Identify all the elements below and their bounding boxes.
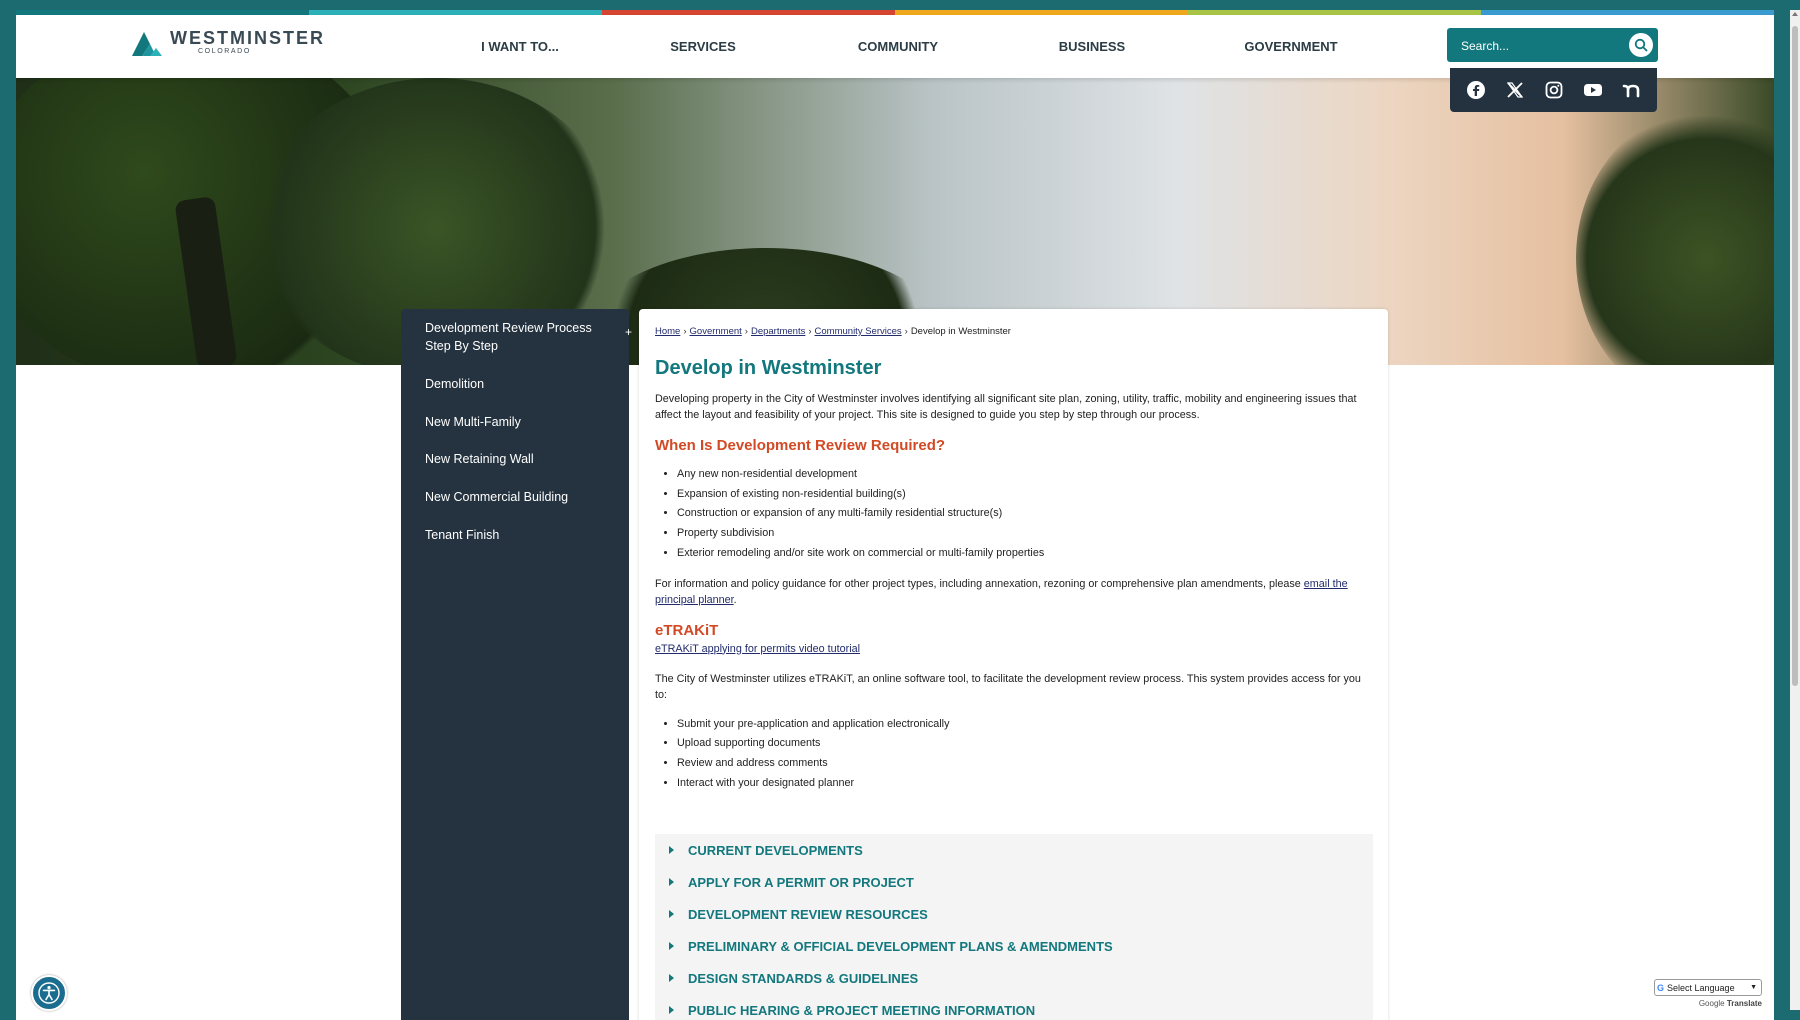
google-translate: G Select Language ▼ Google Translate <box>1654 979 1764 1008</box>
etrakit-heading: eTRAKiT <box>655 621 719 639</box>
browser-frame: WESTMINSTER COLORADO I WANT TO... SERVIC… <box>16 10 1774 1020</box>
list-item: Any new non-residential development <box>677 465 1373 485</box>
search-box <box>1447 28 1658 62</box>
caret-right-icon <box>669 974 674 982</box>
list-item: Upload supporting documents <box>677 734 1373 754</box>
page-title: Develop in Westminster <box>655 357 882 379</box>
sidenav-item-new-retaining-wall[interactable]: New Retaining Wall <box>401 450 558 468</box>
westminster-logo-icon <box>132 31 162 56</box>
powered-by-google: Google Translate <box>1654 999 1764 1008</box>
accordion-label: PUBLIC HEARING & PROJECT MEETING INFORMA… <box>688 1002 1036 1018</box>
google-g-icon: G <box>1657 982 1665 993</box>
breadcrumb-separator: › <box>744 326 748 337</box>
nav-community[interactable]: COMMUNITY <box>802 15 994 78</box>
etrakit-list: Submit your pre-application and applicat… <box>655 715 1373 794</box>
breadcrumb-government[interactable]: Government <box>690 326 742 337</box>
sidenav-item-demolition[interactable]: Demolition <box>401 375 508 393</box>
breadcrumb-home[interactable]: Home <box>655 326 680 337</box>
accordion-public-hearing[interactable]: PUBLIC HEARING & PROJECT MEETING INFORMA… <box>655 994 1373 1020</box>
accordion-design-standards[interactable]: DESIGN STANDARDS & GUIDELINES <box>655 962 1373 994</box>
policy-end: . <box>733 593 737 606</box>
breadcrumb-separator: › <box>683 326 687 337</box>
caret-right-icon <box>669 1006 674 1014</box>
accordion-label: CURRENT DEVELOPMENTS <box>688 842 863 858</box>
breadcrumb-community-services[interactable]: Community Services <box>815 326 902 337</box>
accordion-label: DESIGN STANDARDS & GUIDELINES <box>688 970 919 986</box>
policy-text: For information and policy guidance for … <box>655 577 1301 590</box>
review-required-list: Any new non-residential development Expa… <box>655 465 1373 564</box>
etrakit-video-link[interactable]: eTRAKiT applying for permits video tutor… <box>655 643 860 655</box>
caret-right-icon <box>669 878 674 886</box>
accessibility-icon <box>38 982 60 1004</box>
accordion-label: PRELIMINARY & OFFICIAL DEVELOPMENT PLANS… <box>688 938 1113 954</box>
nav-business[interactable]: BUSINESS <box>994 15 1190 78</box>
main-nav: I WANT TO... SERVICES COMMUNITY BUSINESS… <box>436 15 1392 78</box>
translate-word[interactable]: Translate <box>1727 999 1762 1008</box>
breadcrumb-current: Develop in Westminster <box>910 326 1011 337</box>
accordion-current-developments[interactable]: CURRENT DEVELOPMENTS <box>655 834 1373 866</box>
nextdoor-icon[interactable] <box>1620 78 1644 102</box>
etrakit-link-paragraph: eTRAKiT applying for permits video tutor… <box>655 641 1373 657</box>
nav-services[interactable]: SERVICES <box>604 15 802 78</box>
search-icon <box>1634 38 1648 52</box>
search-button[interactable] <box>1629 33 1653 57</box>
review-required-heading: When Is Development Review Required? <box>655 437 946 454</box>
intro-paragraph: Developing property in the City of Westm… <box>655 393 1357 421</box>
x-twitter-icon[interactable] <box>1503 78 1527 102</box>
page-scrollbar[interactable] <box>1790 10 1800 1010</box>
caret-right-icon <box>669 846 674 854</box>
caret-right-icon <box>669 910 674 918</box>
search-input[interactable] <box>1459 34 1623 58</box>
accordion-label: DEVELOPMENT REVIEW RESOURCES <box>688 906 928 922</box>
accordion-development-plans[interactable]: PRELIMINARY & OFFICIAL DEVELOPMENT PLANS… <box>655 930 1373 962</box>
accessibility-button[interactable] <box>31 975 67 1011</box>
logo-name: WESTMINSTER <box>170 28 325 48</box>
social-bar <box>1450 68 1657 112</box>
accordion: CURRENT DEVELOPMENTS APPLY FOR A PERMIT … <box>655 834 1373 1020</box>
main-content: Home › Government › Departments › Community Se… <box>639 309 1388 1020</box>
facebook-icon[interactable] <box>1464 78 1488 102</box>
site-logo[interactable]: WESTMINSTER COLORADO <box>130 29 325 56</box>
accordion-apply-for-permit[interactable]: APPLY FOR A PERMIT OR PROJECT <box>655 866 1373 898</box>
list-item: Interact with your designated planner <box>677 774 1373 794</box>
sidenav-item-development-review-process[interactable]: Development Review Process Step By Step <box>401 319 629 355</box>
accordion-label: APPLY FOR A PERMIT OR PROJECT <box>688 874 914 890</box>
breadcrumb-separator: › <box>808 326 812 337</box>
expand-icon[interactable]: + <box>625 325 632 339</box>
list-item: Review and address comments <box>677 754 1373 774</box>
caret-right-icon <box>669 942 674 950</box>
breadcrumb-departments[interactable]: Departments <box>751 326 805 337</box>
list-item: Exterior remodeling and/or site work on … <box>677 544 1373 564</box>
list-item: Construction or expansion of any multi-f… <box>677 504 1373 524</box>
breadcrumb-separator: › <box>904 326 908 337</box>
sidenav-item-new-multi-family[interactable]: New Multi-Family <box>401 413 545 431</box>
chevron-down-icon: ▼ <box>1750 984 1757 991</box>
list-item: Submit your pre-application and applicat… <box>677 715 1373 735</box>
scroll-up-arrow-icon[interactable] <box>1792 12 1798 16</box>
sidenav-item-tenant-finish[interactable]: Tenant Finish <box>401 526 523 544</box>
scrollbar-thumb[interactable] <box>1792 26 1798 686</box>
breadcrumb: Home › Government › Departments › Community Se… <box>655 325 1373 339</box>
policy-paragraph: For information and policy guidance for … <box>655 576 1373 608</box>
list-item: Expansion of existing non-residential bu… <box>677 485 1373 505</box>
etrakit-paragraph: The City of Westminster utilizes eTRAKiT… <box>655 672 1361 701</box>
accordion-development-review-resources[interactable]: DEVELOPMENT REVIEW RESOURCES <box>655 898 1373 930</box>
language-select-label: Select Language <box>1667 982 1735 993</box>
sidenav-item-label: Development Review Process Step By Step <box>425 321 592 353</box>
language-select[interactable]: G Select Language ▼ <box>1654 979 1762 996</box>
powered-prefix: Google <box>1698 999 1725 1008</box>
logo-subtitle: COLORADO <box>198 48 251 55</box>
youtube-icon[interactable] <box>1581 78 1605 102</box>
nav-i-want-to[interactable]: I WANT TO... <box>436 15 604 78</box>
side-nav: Development Review Process Step By Step … <box>401 309 632 1020</box>
list-item: Property subdivision <box>677 524 1373 544</box>
sidenav-item-new-commercial-building[interactable]: New Commercial Building <box>401 488 592 506</box>
instagram-icon[interactable] <box>1542 78 1566 102</box>
nav-government[interactable]: GOVERNMENT <box>1190 15 1392 78</box>
